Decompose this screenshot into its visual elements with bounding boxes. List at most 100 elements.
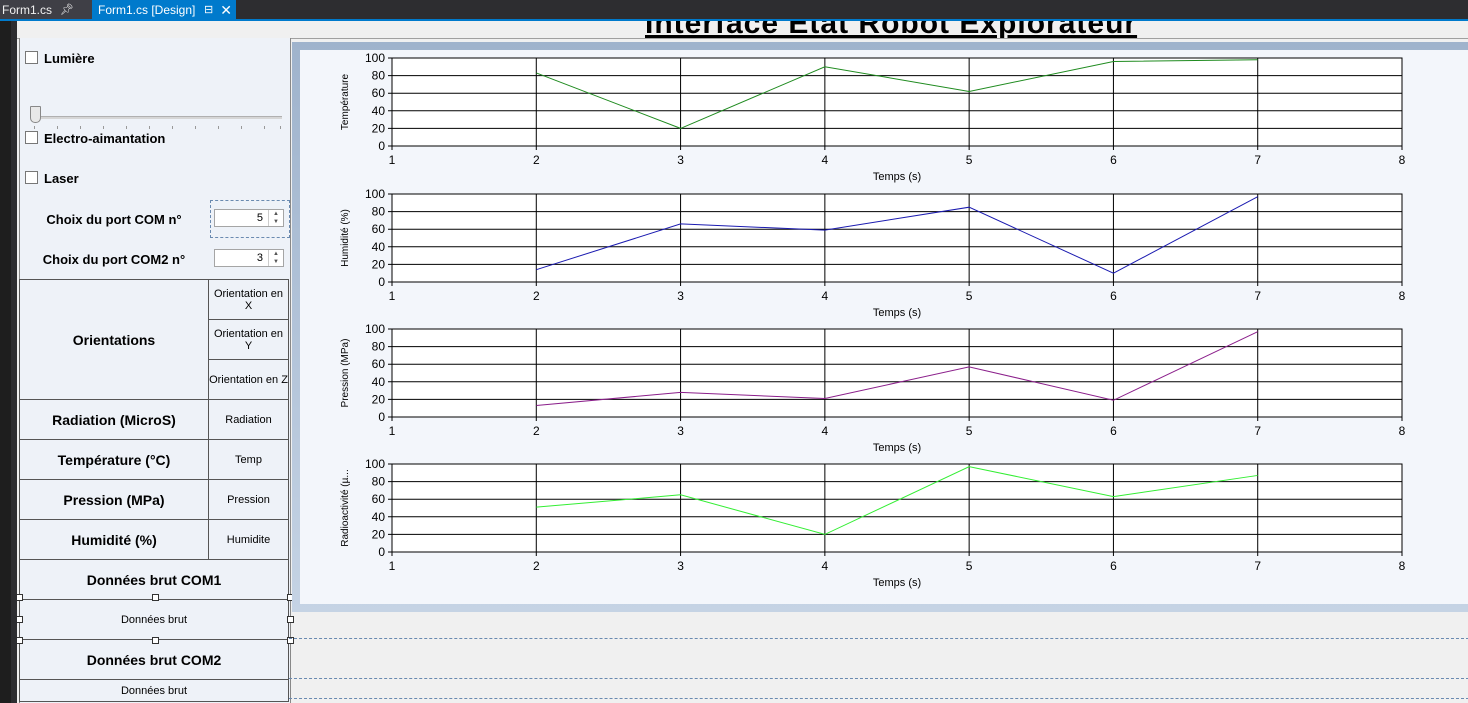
orientation-y-value: Orientation en Y	[208, 319, 289, 360]
y-tick-label: 40	[372, 240, 386, 254]
x-axis-label: Temps (s)	[873, 171, 921, 183]
x-tick-label: 7	[1254, 424, 1261, 438]
checkbox-box[interactable]	[25, 131, 38, 144]
x-tick-label: 6	[1110, 153, 1117, 167]
x-tick-label: 3	[677, 559, 684, 573]
com-port-stepper[interactable]: 5 ▲ ▼	[214, 209, 284, 227]
chart-area: 0 20 40 60 80 100 1 2 3 4 5 6 7 8 Temps (s) Température…	[300, 50, 1468, 604]
x-tick-label: 8	[1399, 289, 1406, 303]
y-tick-label: 100	[365, 322, 385, 336]
y-axis-label: Pression (MPa)	[340, 339, 351, 408]
selection-handle[interactable]	[17, 616, 23, 623]
y-tick-label: 100	[365, 51, 385, 65]
x-tick-label: 1	[389, 424, 396, 438]
y-tick-label: 60	[372, 357, 386, 371]
y-tick-label: 0	[378, 410, 385, 424]
lumiere-label: Lumière	[44, 51, 95, 66]
y-tick-label: 60	[372, 86, 386, 100]
com2-port-label: Choix du port COM2 n°	[42, 252, 186, 267]
layout-guide	[289, 638, 1468, 639]
x-tick-label: 2	[533, 559, 540, 573]
selection-handle[interactable]	[17, 637, 23, 644]
tab-label: Form1.cs	[2, 3, 53, 17]
tab-form1-cs[interactable]: Form1.cs 📌︎	[0, 0, 92, 20]
temperature-value: Temp	[208, 439, 289, 480]
layout-guide	[289, 698, 1468, 699]
com2-raw-header: Données brut COM2	[19, 639, 289, 680]
y-axis-label: Humidité (%)	[340, 209, 351, 267]
orientation-x-value: Orientation en X	[208, 279, 289, 320]
y-tick-label: 40	[372, 104, 386, 118]
lumiere-checkbox[interactable]: Lumière	[25, 51, 95, 66]
sensor-charts: 0204060801001 2 3 4 5 6 7 8Temps (s)Température…	[340, 51, 1406, 589]
y-tick-label: 80	[372, 69, 386, 83]
plot-area	[391, 193, 1403, 283]
com2-port-value: 3	[256, 252, 263, 264]
plot-area	[391, 328, 1403, 418]
selection-handle[interactable]	[152, 594, 159, 601]
y-tick-label: 0	[378, 545, 385, 559]
y-axis-label: Température	[340, 73, 351, 130]
x-tick-label: 6	[1110, 559, 1117, 573]
checkbox-box[interactable]	[25, 51, 38, 64]
x-axis-label: Temps (s)	[873, 307, 921, 319]
com2-port-stepper[interactable]: 3 ▲ ▼	[214, 249, 284, 267]
controls-panel: Lumière Electro-aimantation Laser Choix …	[19, 38, 291, 703]
com2-raw-value[interactable]: Données brut	[19, 679, 289, 702]
x-tick-label: 4	[822, 289, 829, 303]
y-tick-label: 0	[378, 139, 385, 153]
com1-raw-value[interactable]: Données brut	[19, 599, 289, 640]
x-axis-label: Temps (s)	[873, 442, 921, 454]
pin-icon[interactable]: ⊟	[204, 0, 213, 20]
humidite-value: Humidite	[208, 519, 289, 560]
x-tick-label: 6	[1110, 289, 1117, 303]
title-separator	[289, 38, 1468, 39]
x-tick-label: 7	[1254, 153, 1261, 167]
x-axis-label: Temps (s)	[873, 577, 921, 589]
stepper-arrows-icon[interactable]: ▲ ▼	[268, 250, 283, 266]
com-port-value: 5	[256, 212, 263, 224]
x-tick-label: 7	[1254, 289, 1261, 303]
humidite-label: Humidité (%)	[19, 519, 209, 560]
y-tick-label: 80	[372, 340, 386, 354]
laser-label: Laser	[44, 171, 79, 186]
x-tick-label: 5	[966, 424, 973, 438]
y-tick-label: 80	[372, 475, 386, 489]
y-tick-label: 100	[365, 457, 385, 471]
checkbox-box[interactable]	[25, 171, 38, 184]
selection-handle[interactable]	[17, 594, 23, 601]
y-tick-label: 20	[372, 257, 386, 271]
y-axis-label: Radioactivité (µ...	[340, 469, 351, 546]
x-tick-label: 7	[1254, 559, 1261, 573]
x-tick-label: 4	[822, 153, 829, 167]
selection-handle[interactable]	[287, 616, 294, 623]
x-tick-label: 1	[389, 153, 396, 167]
y-tick-label: 100	[365, 187, 385, 201]
y-tick-label: 20	[372, 527, 386, 541]
editor-gutter	[0, 21, 11, 703]
selection-handle[interactable]	[152, 637, 159, 644]
lumiere-trackbar[interactable]	[30, 106, 282, 130]
electro-label: Electro-aimantation	[44, 131, 166, 146]
chart-panel[interactable]: 0 20 40 60 80 100 1 2 3 4 5 6 7 8 Temps (s) Température…	[292, 42, 1468, 612]
layout-guide	[289, 678, 1468, 679]
y-tick-label: 40	[372, 375, 386, 389]
trackbar-ticks	[34, 126, 281, 129]
pin-icon[interactable]: 📌︎	[60, 0, 74, 20]
x-tick-label: 5	[966, 289, 973, 303]
pression-label: Pression (MPa)	[19, 479, 209, 520]
orientation-z-value: Orientation en Z	[208, 359, 289, 400]
close-icon[interactable]: ✕	[220, 0, 232, 20]
electro-aimantation-checkbox[interactable]: Electro-aimantation	[25, 131, 165, 146]
tab-label: Form1.cs [Design]	[98, 3, 196, 17]
design-surface: Interface Etat Robot Explorateur Lumière	[17, 21, 1468, 703]
y-tick-label: 20	[372, 392, 386, 406]
y-tick-label: 20	[372, 121, 386, 135]
orientations-label: Orientations	[19, 279, 209, 400]
y-tick-label: 60	[372, 222, 386, 236]
radiation-label: Radiation (MicroS)	[19, 399, 209, 440]
laser-checkbox[interactable]: Laser	[25, 171, 79, 186]
tab-form1-design[interactable]: Form1.cs [Design] ⊟ ✕	[92, 0, 236, 20]
stepper-arrows-icon[interactable]: ▲ ▼	[268, 210, 283, 226]
plot-area	[391, 463, 1403, 553]
